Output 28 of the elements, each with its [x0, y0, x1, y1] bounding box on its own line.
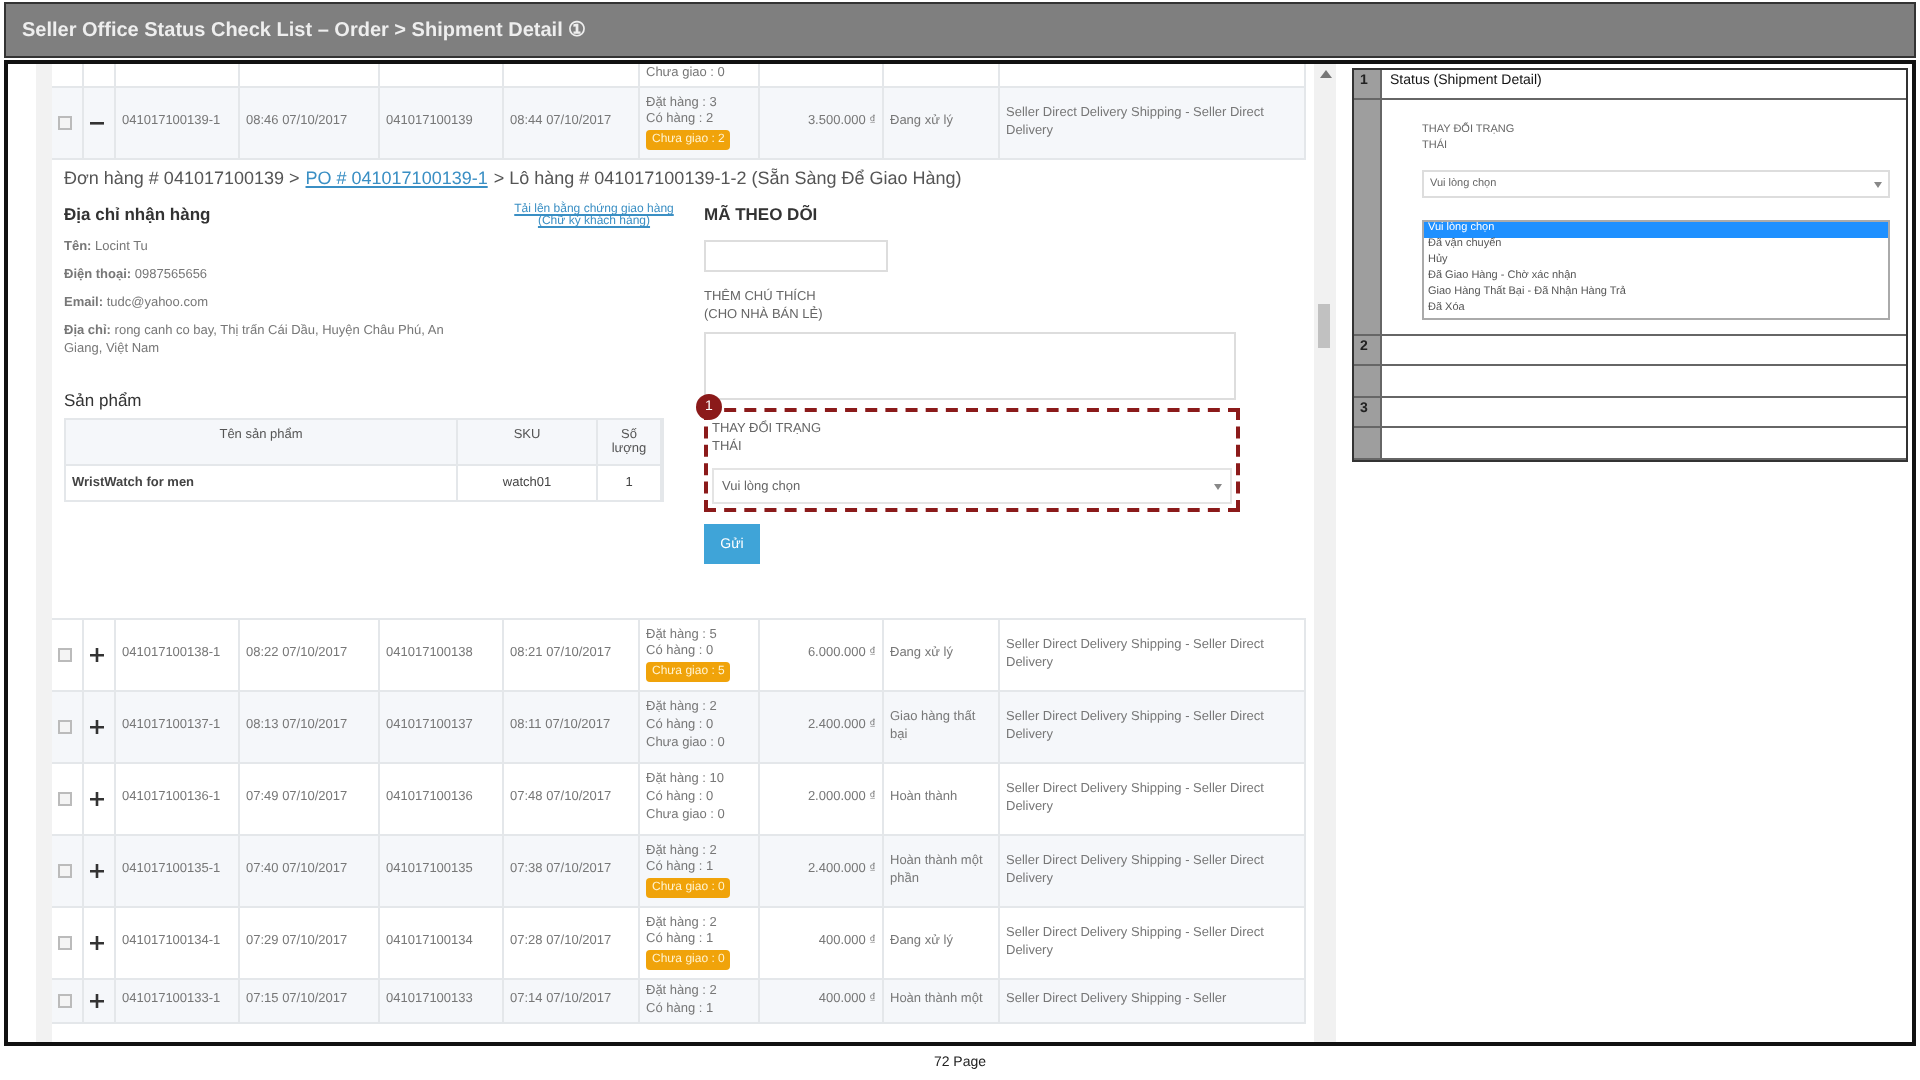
plus-icon[interactable]	[90, 720, 104, 734]
section-title: Sản phẩm	[64, 390, 144, 411]
plus-icon[interactable]	[90, 864, 104, 878]
tracking-input[interactable]	[704, 240, 888, 272]
breadcrumb-text: Đơn hàng # 041017100139 >	[64, 168, 300, 188]
row-checkbox[interactable]	[58, 936, 72, 950]
caret-icon	[1214, 483, 1222, 490]
row-number-cell	[1354, 428, 1380, 460]
field-label: MÃ THEO DÕI	[704, 204, 820, 224]
row-checkbox[interactable]	[58, 116, 72, 130]
row-checkbox[interactable]	[58, 792, 72, 806]
row-number-cell	[1354, 366, 1380, 398]
caret-icon	[1874, 181, 1882, 188]
scrollbar[interactable]	[1314, 64, 1336, 1042]
plus-icon[interactable]	[90, 648, 104, 662]
row-checkbox[interactable]	[58, 648, 72, 662]
plus-icon[interactable]	[90, 936, 104, 950]
plus-icon[interactable]	[90, 994, 104, 1008]
note-textarea[interactable]	[704, 332, 1236, 401]
minus-icon[interactable]	[90, 116, 104, 130]
document-title: Seller Office Status Check List – Order > Shipment Detail ①	[22, 18, 587, 42]
breadcrumb-text: > Lô hàng # 041017100139-1-2 (Sẵn Sàng Để Giao Hàng)	[493, 168, 962, 188]
row-checkbox[interactable]	[58, 720, 72, 734]
breadcrumb-link[interactable]: PO # 041017100139-1	[305, 168, 488, 188]
row-checkbox[interactable]	[58, 864, 72, 878]
row-checkbox[interactable]	[58, 994, 72, 1008]
plus-icon[interactable]	[90, 792, 104, 806]
section-title: Địa chỉ nhận hàng	[64, 204, 211, 224]
